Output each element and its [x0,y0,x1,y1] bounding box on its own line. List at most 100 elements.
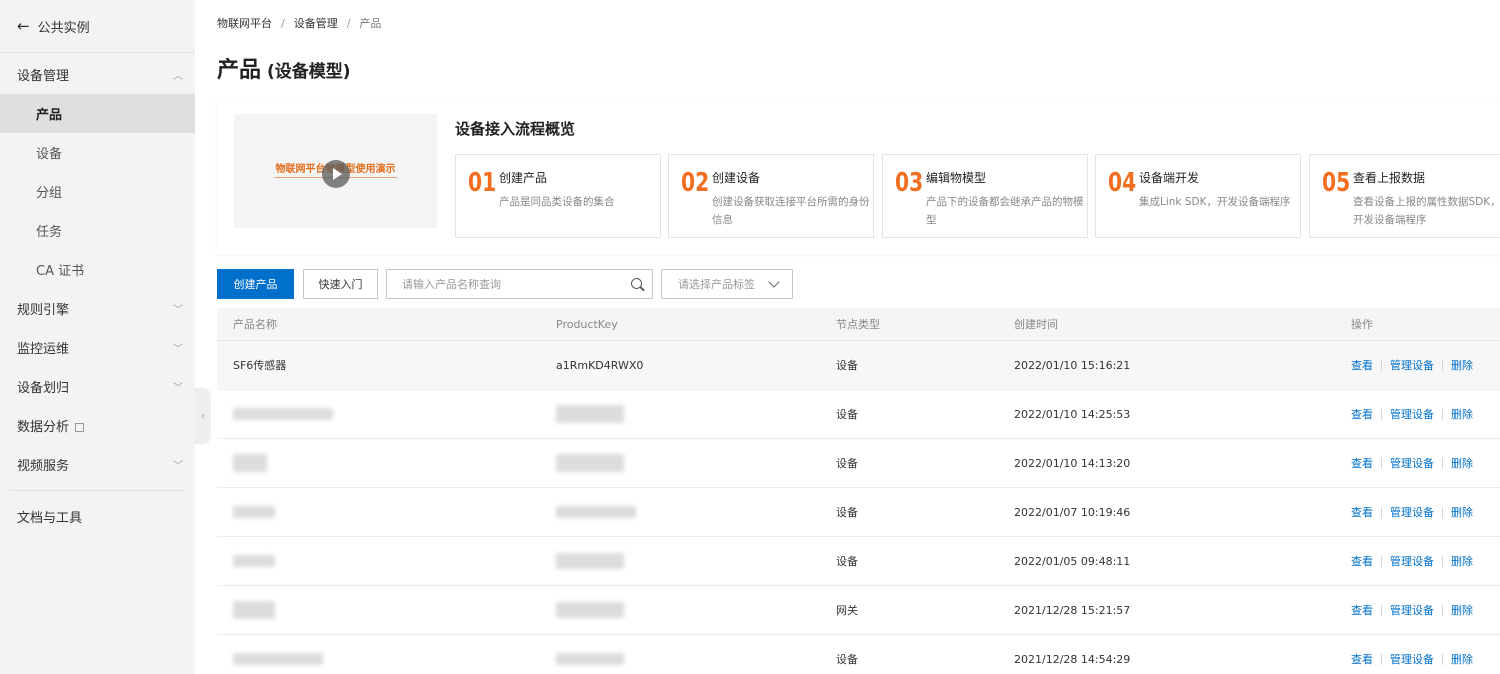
manage-devices-link[interactable]: 管理设备 [1390,651,1434,667]
step-number: 04 [1108,168,1137,198]
view-link[interactable]: 查看 [1351,504,1373,520]
step-title: 编辑物模型 [926,171,987,185]
row-actions: 查看 管理设备 删除 [1351,341,1500,389]
node-type-cell: 设备 [836,653,858,666]
row-actions: 查看 管理设备 删除 [1351,390,1500,438]
flow-step-edit-thing-model[interactable]: 03 编辑物模型 产品下的设备都会继承产品的物模型 [882,154,1088,238]
sidebar-group-device-management[interactable]: 设备管理 ︿ [0,55,195,94]
search-input[interactable] [387,270,622,298]
product-key-cell [556,537,836,585]
action-separator [1381,604,1382,616]
column-header-product-name: 产品名称 [233,318,277,331]
flow-step-create-device[interactable]: 02 创建设备 创建设备获取连接平台所需的身份信息 [668,154,874,238]
action-separator [1381,555,1382,567]
sidebar-group-device-assignment[interactable]: 设备划归 ﹀ [0,367,195,406]
table-row: 网关 2021/12/28 15:21:57 查看 管理设备 删除 [217,586,1500,635]
sidebar-divider [10,490,185,491]
sidebar-group-video-service[interactable]: 视频服务 ﹀ [0,445,195,484]
sidebar-item-devices[interactable]: 设备 [0,133,195,172]
page-title-text: 产品 [217,58,262,83]
breadcrumb-iot-platform[interactable]: 物联网平台 [217,17,272,30]
redacted-text [233,454,267,472]
manage-devices-link[interactable]: 管理设备 [1390,602,1434,618]
redacted-text [233,506,275,518]
product-tag-select[interactable]: 请选择产品标签 [661,269,793,299]
demo-video-thumbnail[interactable]: 物联网平台物模型使用演示 [234,114,437,228]
delete-link[interactable]: 删除 [1451,406,1473,422]
step-description: 集成Link SDK，开发设备端程序 [1139,196,1291,208]
page-title: 产品 (设备模型) [217,52,351,84]
back-to-instances-link[interactable]: ← 公共实例 [0,0,195,53]
redacted-text [556,602,624,618]
row-actions: 查看 管理设备 删除 [1351,537,1500,585]
sidebar-group-label: 规则引擎 [17,303,70,318]
table-row: 设备 2022/01/07 10:19:46 查看 管理设备 删除 [217,488,1500,537]
table-header: 产品名称 ProductKey 节点类型 创建时间 操作 [217,308,1500,341]
sidebar-item-products[interactable]: 产品 [0,94,195,133]
step-description: 产品下的设备都会继承产品的物模型 [926,196,1084,226]
delete-link[interactable]: 删除 [1451,357,1473,373]
action-separator [1381,359,1382,371]
flow-step-device-development[interactable]: 04 设备端开发 集成Link SDK，开发设备端程序 [1095,154,1301,238]
access-flow-overview: 物联网平台物模型使用演示 设备接入流程概览 01 创建产品 产品是同品类设备的集… [217,98,1500,254]
manage-devices-link[interactable]: 管理设备 [1390,357,1434,373]
delete-link[interactable]: 删除 [1451,602,1473,618]
breadcrumb-device-management[interactable]: 设备管理 [294,17,338,30]
row-actions: 查看 管理设备 删除 [1351,488,1500,536]
back-label: 公共实例 [37,20,90,36]
row-actions: 查看 管理设备 删除 [1351,439,1500,487]
sidebar-group-docs-tools[interactable]: 文档与工具 [0,497,195,536]
sidebar-group-label: 视频服务 [17,459,70,474]
view-link[interactable]: 查看 [1351,602,1373,618]
manage-devices-link[interactable]: 管理设备 [1390,455,1434,471]
view-link[interactable]: 查看 [1351,651,1373,667]
quick-start-button[interactable]: 快速入门 [303,269,378,299]
redacted-text [233,601,275,619]
chevron-down-icon: ﹀ [173,305,183,316]
sidebar: ← 公共实例 设备管理 ︿ 产品 设备 分组 任务 CA 证书 规则引擎 ﹀ 监… [0,0,195,674]
create-product-button[interactable]: 创建产品 [217,269,294,299]
manage-devices-link[interactable]: 管理设备 [1390,553,1434,569]
sidebar-group-data-analysis[interactable]: 数据分析 [0,406,195,445]
sidebar-group-monitoring[interactable]: 监控运维 ﹀ [0,328,195,367]
step-number: 03 [895,168,924,198]
column-header-actions: 操作 [1351,318,1373,331]
delete-link[interactable]: 删除 [1451,651,1473,667]
sidebar-group-rules-engine[interactable]: 规则引擎 ﹀ [0,289,195,328]
view-link[interactable]: 查看 [1351,455,1373,471]
view-link[interactable]: 查看 [1351,357,1373,373]
table-row: 设备 2021/12/28 14:54:29 查看 管理设备 删除 [217,635,1500,674]
view-link[interactable]: 查看 [1351,553,1373,569]
manage-devices-link[interactable]: 管理设备 [1390,406,1434,422]
breadcrumb-current: 产品 [359,17,382,30]
flow-title: 设备接入流程概览 [455,120,576,138]
product-search-box [386,269,653,299]
table-row: SF6传感器 a1RmKD4RWX0 设备 2022/01/10 15:16:2… [217,341,1500,390]
action-separator [1381,653,1382,665]
sidebar-item-ca-certificates[interactable]: CA 证书 [0,250,195,289]
breadcrumb-separator: / [346,17,351,30]
sidebar-item-groups[interactable]: 分组 [0,172,195,211]
search-icon[interactable] [631,278,642,289]
app-root: ← 公共实例 设备管理 ︿ 产品 设备 分组 任务 CA 证书 规则引擎 ﹀ 监… [0,0,1500,674]
flow-step-view-reported-data[interactable]: 05 查看上报数据 查看设备上报的属性数据SDK，开发设备端程序 [1309,154,1500,238]
action-separator [1442,408,1443,420]
step-number: 02 [681,168,710,198]
sidebar-item-label: 设备 [36,147,63,162]
play-icon[interactable] [322,160,350,188]
delete-link[interactable]: 删除 [1451,504,1473,520]
delete-link[interactable]: 删除 [1451,553,1473,569]
delete-link[interactable]: 删除 [1451,455,1473,471]
view-link[interactable]: 查看 [1351,406,1373,422]
chevron-down-icon [768,276,780,288]
step-title: 设备端开发 [1139,171,1200,185]
action-separator [1381,457,1382,469]
main-content: 物联网平台/设备管理/产品 产品(设备模型) 物联网平台物模型使用演示 设备接入… [195,0,1500,674]
created-time-cell: 2021/12/28 14:54:29 [1014,652,1131,666]
sidebar-item-tasks[interactable]: 任务 [0,211,195,250]
column-header-created-time: 创建时间 [1014,318,1058,331]
manage-devices-link[interactable]: 管理设备 [1390,504,1434,520]
flow-step-create-product[interactable]: 01 创建产品 产品是同品类设备的集合 [455,154,661,238]
product-key-cell [556,390,836,438]
redacted-text [556,653,624,665]
